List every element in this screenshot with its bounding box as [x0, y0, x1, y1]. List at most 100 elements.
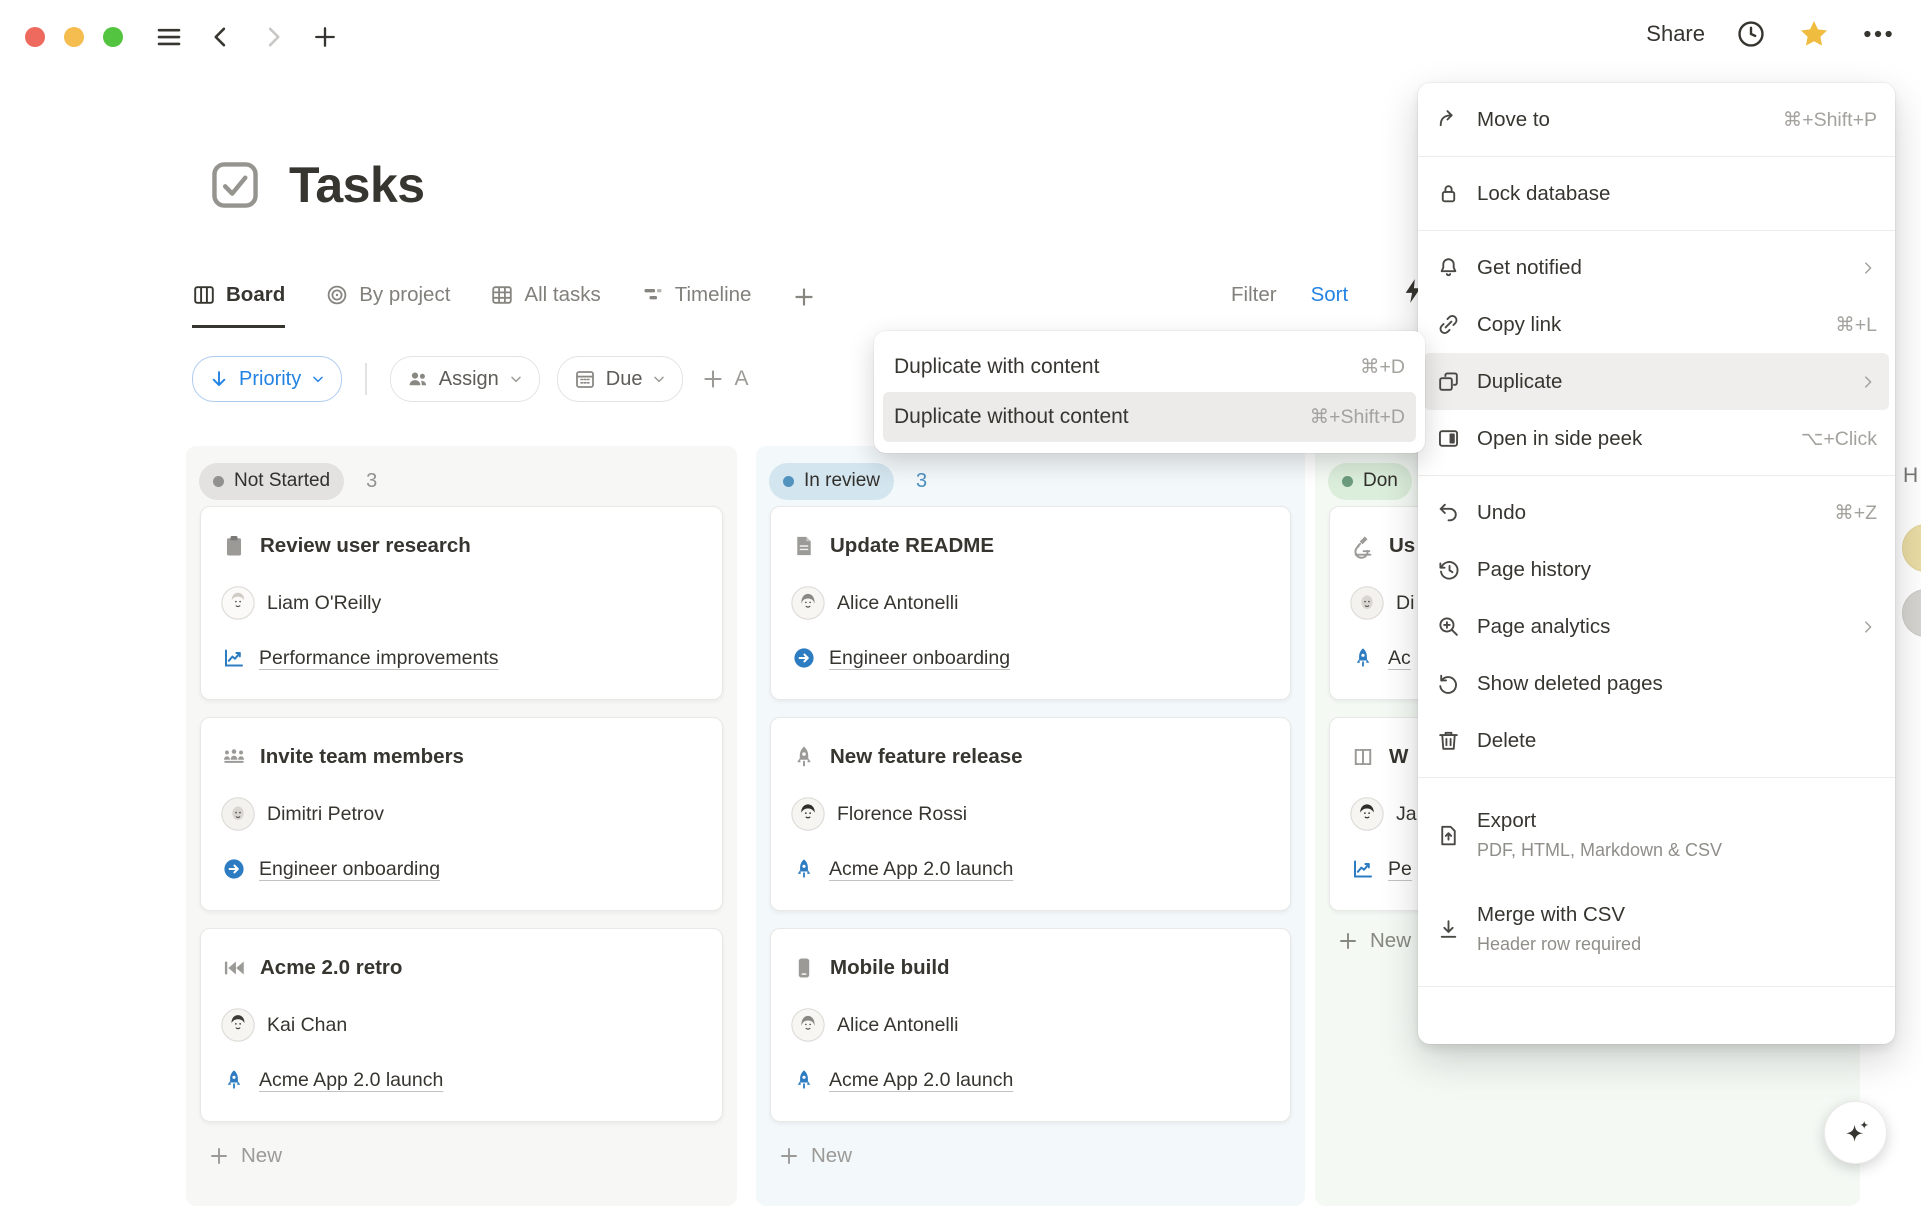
menu-item-delete[interactable]: Delete — [1418, 712, 1895, 769]
menu-shortcut: ⌘+L — [1835, 313, 1877, 337]
menu-shortcut: ⌘+Z — [1834, 501, 1877, 525]
task-card[interactable]: Review user research Liam O'Reilly Perfo… — [200, 506, 723, 700]
favorite-star-icon[interactable] — [1797, 17, 1831, 51]
menu-item-show-deleted-pages[interactable]: Show deleted pages — [1418, 655, 1895, 712]
menu-item-label: Lock database — [1477, 182, 1877, 206]
menu-item-subtitle: PDF, HTML, Markdown & CSV — [1477, 840, 1722, 861]
new-label: New — [1370, 929, 1411, 953]
page-icon-checkbox[interactable] — [207, 157, 263, 213]
status-pill-not-started[interactable]: Not Started — [199, 463, 344, 500]
menu-item-undo[interactable]: Undo ⌘+Z — [1418, 484, 1895, 541]
submenu-item-label: Duplicate without content — [894, 405, 1310, 429]
filter-button[interactable]: Filter — [1231, 283, 1277, 307]
menu-item-move-to[interactable]: Move to ⌘+Shift+P — [1418, 91, 1895, 148]
people-group-icon — [221, 744, 247, 770]
related-page-link[interactable]: Acme App 2.0 launch — [259, 1069, 443, 1092]
forward-button[interactable] — [254, 18, 292, 56]
task-card[interactable]: Acme 2.0 retro Kai Chan Acme App 2.0 lau… — [200, 928, 723, 1122]
menu-item-label: Merge with CSV — [1477, 903, 1641, 927]
related-page-link[interactable]: Engineer onboarding — [829, 647, 1010, 670]
menu-item-open-in-side-peek[interactable]: Open in side peek ⌥+Click — [1418, 410, 1895, 467]
table-icon — [490, 283, 514, 307]
submenu-item-duplicate-with-content[interactable]: Duplicate with content ⌘+D — [874, 342, 1425, 392]
task-card[interactable]: Mobile build Alice Antonelli Acme App 2.… — [770, 928, 1291, 1122]
task-card[interactable]: Update README Alice Antonelli Engineer o… — [770, 506, 1291, 700]
new-tab-button[interactable] — [306, 18, 344, 56]
arrow-circle-icon — [221, 856, 247, 882]
task-card[interactable]: New feature release Florence Rossi Acme … — [770, 717, 1291, 911]
tab-all-tasks[interactable]: All tasks — [490, 283, 600, 328]
document-icon — [791, 533, 817, 559]
priority-sort-pill[interactable]: Priority — [192, 356, 342, 402]
card-title: Review user research — [260, 534, 471, 558]
card-title: Acme 2.0 retro — [260, 956, 402, 980]
card-title: W — [1389, 745, 1408, 769]
page-title[interactable]: Tasks — [289, 156, 425, 214]
menu-item-page-history[interactable]: Page history — [1418, 541, 1895, 598]
person-name: Liam O'Reilly — [267, 592, 381, 615]
menu-item-merge-with-csv[interactable]: Merge with CSV Header row required — [1418, 882, 1895, 976]
related-page-link[interactable]: Performance improvements — [259, 647, 499, 670]
close-window-button[interactable] — [25, 27, 45, 47]
submenu-item-duplicate-without-content[interactable]: Duplicate without content ⌘+Shift+D — [883, 392, 1416, 442]
due-property-pill[interactable]: Due — [557, 356, 684, 402]
zoom-window-button[interactable] — [103, 27, 123, 47]
menu-item-lock-database[interactable]: Lock database — [1418, 165, 1895, 222]
back-button[interactable] — [202, 18, 240, 56]
avatar — [791, 1008, 825, 1042]
status-dot — [213, 476, 224, 487]
chevron-down-icon — [310, 371, 326, 387]
person-name: Kai Chan — [267, 1014, 347, 1037]
view-toolbar: Priority Assign Due A — [192, 356, 748, 402]
tab-label: All tasks — [524, 283, 600, 307]
new-card-button[interactable]: New — [207, 1144, 724, 1168]
menu-item-label: Undo — [1477, 501, 1819, 525]
avatar — [791, 797, 825, 831]
microscope-icon — [1350, 533, 1376, 559]
tab-board[interactable]: Board — [192, 283, 285, 328]
status-label: Don — [1363, 470, 1398, 492]
menu-item-page-analytics[interactable]: Page analytics — [1418, 598, 1895, 655]
more-options-icon[interactable] — [1861, 17, 1895, 51]
related-page-link[interactable]: Engineer onboarding — [259, 858, 440, 881]
export-file-icon — [1434, 821, 1462, 849]
person-name: Florence Rossi — [837, 803, 967, 826]
related-page-link[interactable]: Ac — [1388, 647, 1411, 670]
tab-by-project[interactable]: By project — [325, 283, 450, 328]
tab-timeline[interactable]: Timeline — [641, 283, 752, 328]
menu-item-export[interactable]: Export PDF, HTML, Markdown & CSV — [1418, 788, 1895, 882]
plus-icon — [311, 23, 339, 51]
updates-clock-icon[interactable] — [1735, 18, 1767, 50]
new-card-button[interactable]: New — [777, 1144, 1292, 1168]
status-pill-in-review[interactable]: In review — [769, 463, 894, 500]
submenu-item-label: Duplicate with content — [894, 355, 1360, 379]
due-label: Due — [606, 368, 643, 391]
assign-property-pill[interactable]: Assign — [390, 356, 540, 402]
ai-assistant-button[interactable] — [1824, 1101, 1887, 1164]
undo-icon — [1434, 499, 1462, 527]
menu-item-get-notified[interactable]: Get notified — [1418, 239, 1895, 296]
status-pill-done[interactable]: Don — [1328, 463, 1412, 500]
sidebar-menu-button[interactable] — [150, 18, 188, 56]
share-button[interactable]: Share — [1646, 21, 1705, 47]
minimize-window-button[interactable] — [64, 27, 84, 47]
add-property-button[interactable]: A — [700, 366, 748, 392]
history-clock-icon — [1434, 556, 1462, 584]
plus-icon — [777, 1144, 801, 1168]
sort-button[interactable]: Sort — [1311, 283, 1349, 307]
board-column-in-review: In review 3 Update README Alice Antonell… — [756, 446, 1305, 1206]
menu-item-copy-link[interactable]: Copy link ⌘+L — [1418, 296, 1895, 353]
add-view-button[interactable] — [791, 284, 817, 328]
related-page-link[interactable]: Pe — [1388, 858, 1412, 881]
related-page-link[interactable]: Acme App 2.0 launch — [829, 858, 1013, 881]
rocket-icon — [221, 1067, 247, 1093]
side-peek-icon — [1434, 425, 1462, 453]
task-card[interactable]: Invite team members Dimitri Petrov Engin… — [200, 717, 723, 911]
menu-item-subtitle: Header row required — [1477, 934, 1641, 955]
menu-item-duplicate[interactable]: Duplicate — [1424, 353, 1889, 410]
related-page-link[interactable]: Acme App 2.0 launch — [829, 1069, 1013, 1092]
menu-bottom-spacer — [1418, 987, 1895, 1044]
tab-label: Board — [226, 283, 285, 307]
timeline-icon — [641, 283, 665, 307]
chevron-right-icon — [1859, 259, 1877, 277]
